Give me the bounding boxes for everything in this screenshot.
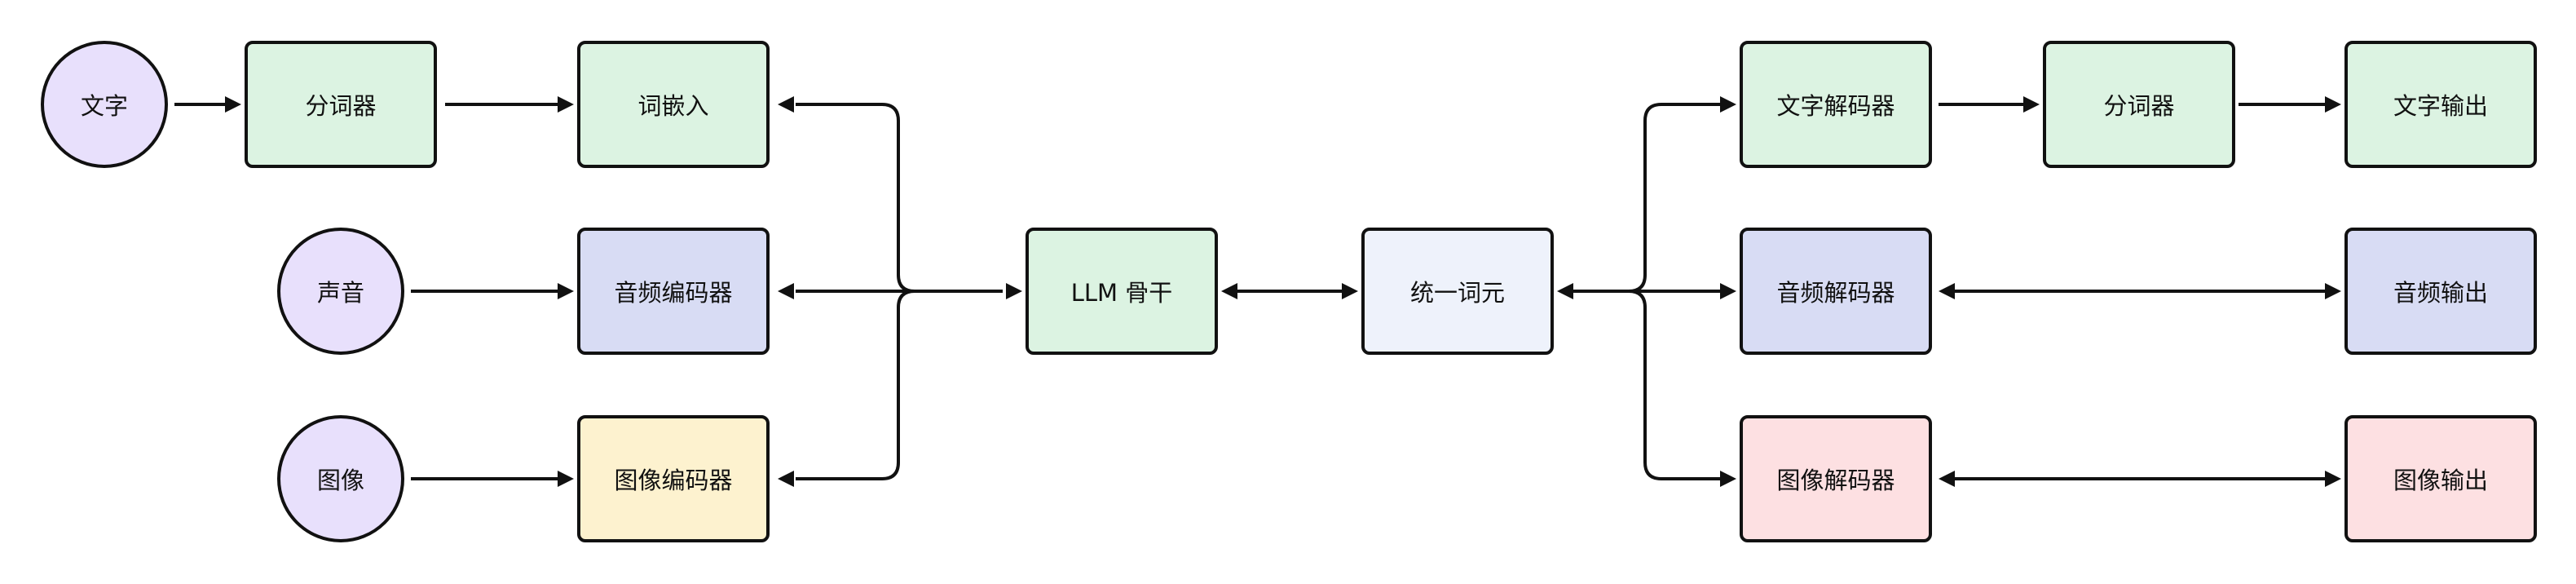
arrowhead <box>1342 283 1358 299</box>
image-encoder-node: 图像编码器 <box>577 415 770 542</box>
image-output-node: 图像输出 <box>2344 415 2537 542</box>
arrowhead <box>2325 283 2341 299</box>
arrowhead <box>1720 96 1736 113</box>
arrowhead <box>778 96 794 113</box>
arrowhead <box>1939 471 1955 487</box>
arrowhead <box>1720 471 1736 487</box>
connector-image-encoder-to-llm <box>796 290 915 480</box>
arrowhead <box>1221 283 1237 299</box>
multimodal-diagram: 文字 声音 图像 分词器 词嵌入 音频编码器 图像编码器 LLM 骨干 统一词元… <box>0 0 2576 584</box>
arrowhead <box>2325 96 2341 113</box>
arrowhead <box>2325 471 2341 487</box>
unified-tokens-node: 统一词元 <box>1361 228 1554 355</box>
arrowhead <box>225 96 241 113</box>
arrowhead <box>778 283 794 299</box>
connector-unified-to-text-decoder <box>1628 103 1720 293</box>
arrowhead <box>1720 283 1736 299</box>
arrowhead <box>1557 283 1573 299</box>
audio-decoder-node: 音频解码器 <box>1740 228 1932 355</box>
input-audio-node: 声音 <box>277 228 404 355</box>
input-image-node: 图像 <box>277 415 404 542</box>
arrowhead <box>558 96 574 113</box>
audio-output-node: 音频输出 <box>2344 228 2537 355</box>
llm-backbone-node: LLM 骨干 <box>1026 228 1218 355</box>
connector-unified-to-image-decoder <box>1628 290 1720 480</box>
arrowhead <box>558 471 574 487</box>
audio-encoder-node: 音频编码器 <box>577 228 770 355</box>
arrowhead <box>2023 96 2040 113</box>
text-output-node: 文字输出 <box>2344 41 2537 168</box>
arrowhead <box>1006 283 1022 299</box>
arrowhead <box>778 471 794 487</box>
tokenizer-in-node: 分词器 <box>245 41 437 168</box>
tokenizer-out-node: 分词器 <box>2043 41 2235 168</box>
input-text-node: 文字 <box>41 41 168 168</box>
arrowhead <box>558 283 574 299</box>
arrowhead <box>1939 283 1955 299</box>
image-decoder-node: 图像解码器 <box>1740 415 1932 542</box>
word-embedding-node: 词嵌入 <box>577 41 770 168</box>
connector-embedding-to-llm <box>796 103 915 293</box>
text-decoder-node: 文字解码器 <box>1740 41 1932 168</box>
